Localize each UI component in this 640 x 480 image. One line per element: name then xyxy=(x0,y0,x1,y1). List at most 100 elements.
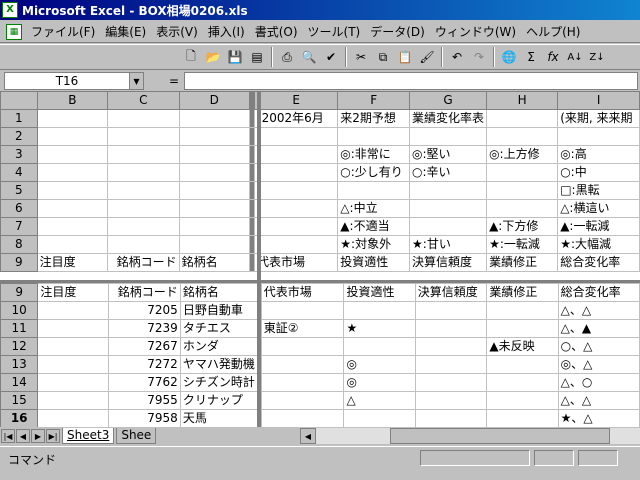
cell-e10[interactable] xyxy=(260,301,345,320)
cell-h8[interactable]: ★:一転減 xyxy=(486,235,559,254)
cell-e9[interactable]: 代表市場 xyxy=(253,253,339,272)
column-header-h[interactable]: H xyxy=(486,91,559,110)
chevron-down-icon[interactable]: ▼ xyxy=(129,73,143,89)
cell-c10[interactable]: 7205 xyxy=(108,301,181,320)
horizontal-scrollbar[interactable]: ◀ xyxy=(300,428,640,444)
column-header-e[interactable]: E xyxy=(253,91,339,110)
cell-c5[interactable] xyxy=(106,181,180,200)
cell-g9[interactable]: 決算信頼度 xyxy=(409,253,488,272)
cell-f3[interactable]: ◎:非常に xyxy=(337,145,411,164)
row-header[interactable]: 15 xyxy=(0,391,39,410)
cell-d8[interactable] xyxy=(178,235,250,254)
cell-g13[interactable] xyxy=(414,355,488,374)
cell-d16[interactable]: 天馬 xyxy=(179,409,258,427)
cell-e8[interactable] xyxy=(253,235,339,254)
row-header[interactable]: 6 xyxy=(0,199,38,218)
cell-f11[interactable]: ★ xyxy=(343,319,416,338)
cell-i11[interactable]: △、▲ xyxy=(557,319,640,338)
cell-g12[interactable] xyxy=(414,337,488,356)
menu-format[interactable]: 書式(O) xyxy=(250,23,303,40)
cell-d15[interactable]: クリナップ xyxy=(179,391,258,410)
name-box[interactable]: T16 ▼ xyxy=(4,72,144,90)
cell-f8[interactable]: ★:対象外 xyxy=(337,235,411,254)
cell-e7[interactable] xyxy=(253,217,339,236)
cell-b13[interactable] xyxy=(37,355,110,374)
cell-c14[interactable]: 7762 xyxy=(108,373,181,392)
cell-h6[interactable] xyxy=(486,199,559,218)
cell-f9[interactable]: 投資適性 xyxy=(337,253,411,272)
row-header[interactable]: 9 xyxy=(0,283,39,302)
save-icon[interactable]: 💾 xyxy=(224,46,246,68)
cell-h10[interactable] xyxy=(486,301,559,320)
column-header-b[interactable]: B xyxy=(36,91,108,110)
cell-e3[interactable] xyxy=(253,145,339,164)
menu-data[interactable]: データ(D) xyxy=(365,23,430,40)
cell-h9[interactable]: 業績修正 xyxy=(486,283,559,302)
open-icon[interactable]: 📂 xyxy=(202,46,224,68)
spellcheck-icon[interactable]: ✔ xyxy=(320,46,342,68)
format-painter-icon[interactable]: 🖌 xyxy=(416,46,438,68)
cell-d1[interactable] xyxy=(178,109,250,128)
cell-e5[interactable] xyxy=(253,181,339,200)
new-icon[interactable]: 🗋 xyxy=(180,46,202,68)
cell-g8[interactable]: ★:甘い xyxy=(409,235,488,254)
undo-icon[interactable]: ↶ xyxy=(446,46,468,68)
cell-c9[interactable]: 銘柄コード xyxy=(106,253,180,272)
cell-h5[interactable] xyxy=(486,181,559,200)
cell-g3[interactable]: ◎:堅い xyxy=(409,145,488,164)
cell-i7[interactable]: ▲:一転減 xyxy=(557,217,640,236)
cell-b9[interactable]: 注目度 xyxy=(37,283,110,302)
cell-i5[interactable]: □:黒転 xyxy=(557,181,640,200)
cell-g9[interactable]: 決算信頼度 xyxy=(414,283,488,302)
cell-i3[interactable]: ◎:高 xyxy=(557,145,640,164)
cell-c12[interactable]: 7267 xyxy=(108,337,181,356)
cell-b7[interactable] xyxy=(36,217,108,236)
cell-f10[interactable] xyxy=(343,301,416,320)
cell-i9[interactable]: 総合変化率 xyxy=(557,283,640,302)
paste-icon[interactable]: 📋 xyxy=(394,46,416,68)
cell-i15[interactable]: △、△ xyxy=(557,391,640,410)
cell-d9[interactable]: 銘柄名 xyxy=(179,283,258,302)
last-sheet-icon[interactable]: ▶| xyxy=(46,429,60,443)
cell-e11[interactable]: 東証② xyxy=(260,319,345,338)
cell-b2[interactable] xyxy=(36,127,108,146)
cell-d11[interactable]: タチエス xyxy=(179,319,258,338)
prev-sheet-icon[interactable]: ◀ xyxy=(16,429,30,443)
cell-e2[interactable] xyxy=(253,127,339,146)
cell-c16[interactable]: 7958 xyxy=(108,409,181,427)
cell-f4[interactable]: ○:少し有り xyxy=(337,163,411,182)
cell-h14[interactable] xyxy=(486,373,559,392)
cell-f6[interactable]: △:中立 xyxy=(337,199,411,218)
cell-i12[interactable]: ○、△ xyxy=(557,337,640,356)
frozen-top-pane[interactable]: B C D E F G H I 1 (2002年6月 来2期予想 業績変化率表 (来期, 来来期 2 3 ◎:… xyxy=(0,91,640,280)
cell-b16[interactable] xyxy=(37,409,110,427)
cell-c2[interactable] xyxy=(106,127,180,146)
cell-g10[interactable] xyxy=(414,301,488,320)
cell-e15[interactable] xyxy=(260,391,345,410)
cut-icon[interactable]: ✂ xyxy=(350,46,372,68)
row-header[interactable]: 1 xyxy=(0,109,38,128)
cell-e14[interactable] xyxy=(260,373,345,392)
cell-i6[interactable]: △:横這い xyxy=(557,199,640,218)
cell-b8[interactable] xyxy=(36,235,108,254)
cell-c13[interactable]: 7272 xyxy=(108,355,181,374)
first-sheet-icon[interactable]: |◀ xyxy=(1,429,15,443)
print-icon[interactable]: ⎙ xyxy=(276,46,298,68)
cell-d5[interactable] xyxy=(178,181,250,200)
print-setup-icon[interactable]: ▤ xyxy=(246,46,268,68)
row-header[interactable]: 3 xyxy=(0,145,38,164)
print-preview-icon[interactable]: 🔍 xyxy=(298,46,320,68)
menu-help[interactable]: ヘルプ(H) xyxy=(521,23,585,40)
cell-i2[interactable] xyxy=(557,127,640,146)
cell-i14[interactable]: △、○ xyxy=(557,373,640,392)
cell-c4[interactable] xyxy=(106,163,180,182)
redo-icon[interactable]: ↷ xyxy=(468,46,490,68)
cell-f13[interactable]: ◎ xyxy=(343,355,416,374)
cell-d10[interactable]: 日野自動車 xyxy=(179,301,258,320)
cell-g4[interactable]: ○:辛い xyxy=(409,163,488,182)
sheet-tab-active[interactable]: Sheet3 xyxy=(62,428,115,444)
cell-f5[interactable] xyxy=(337,181,411,200)
cell-g15[interactable] xyxy=(414,391,488,410)
cell-h9[interactable]: 業績修正 xyxy=(486,253,559,272)
menu-insert[interactable]: 挿入(I) xyxy=(203,23,250,40)
